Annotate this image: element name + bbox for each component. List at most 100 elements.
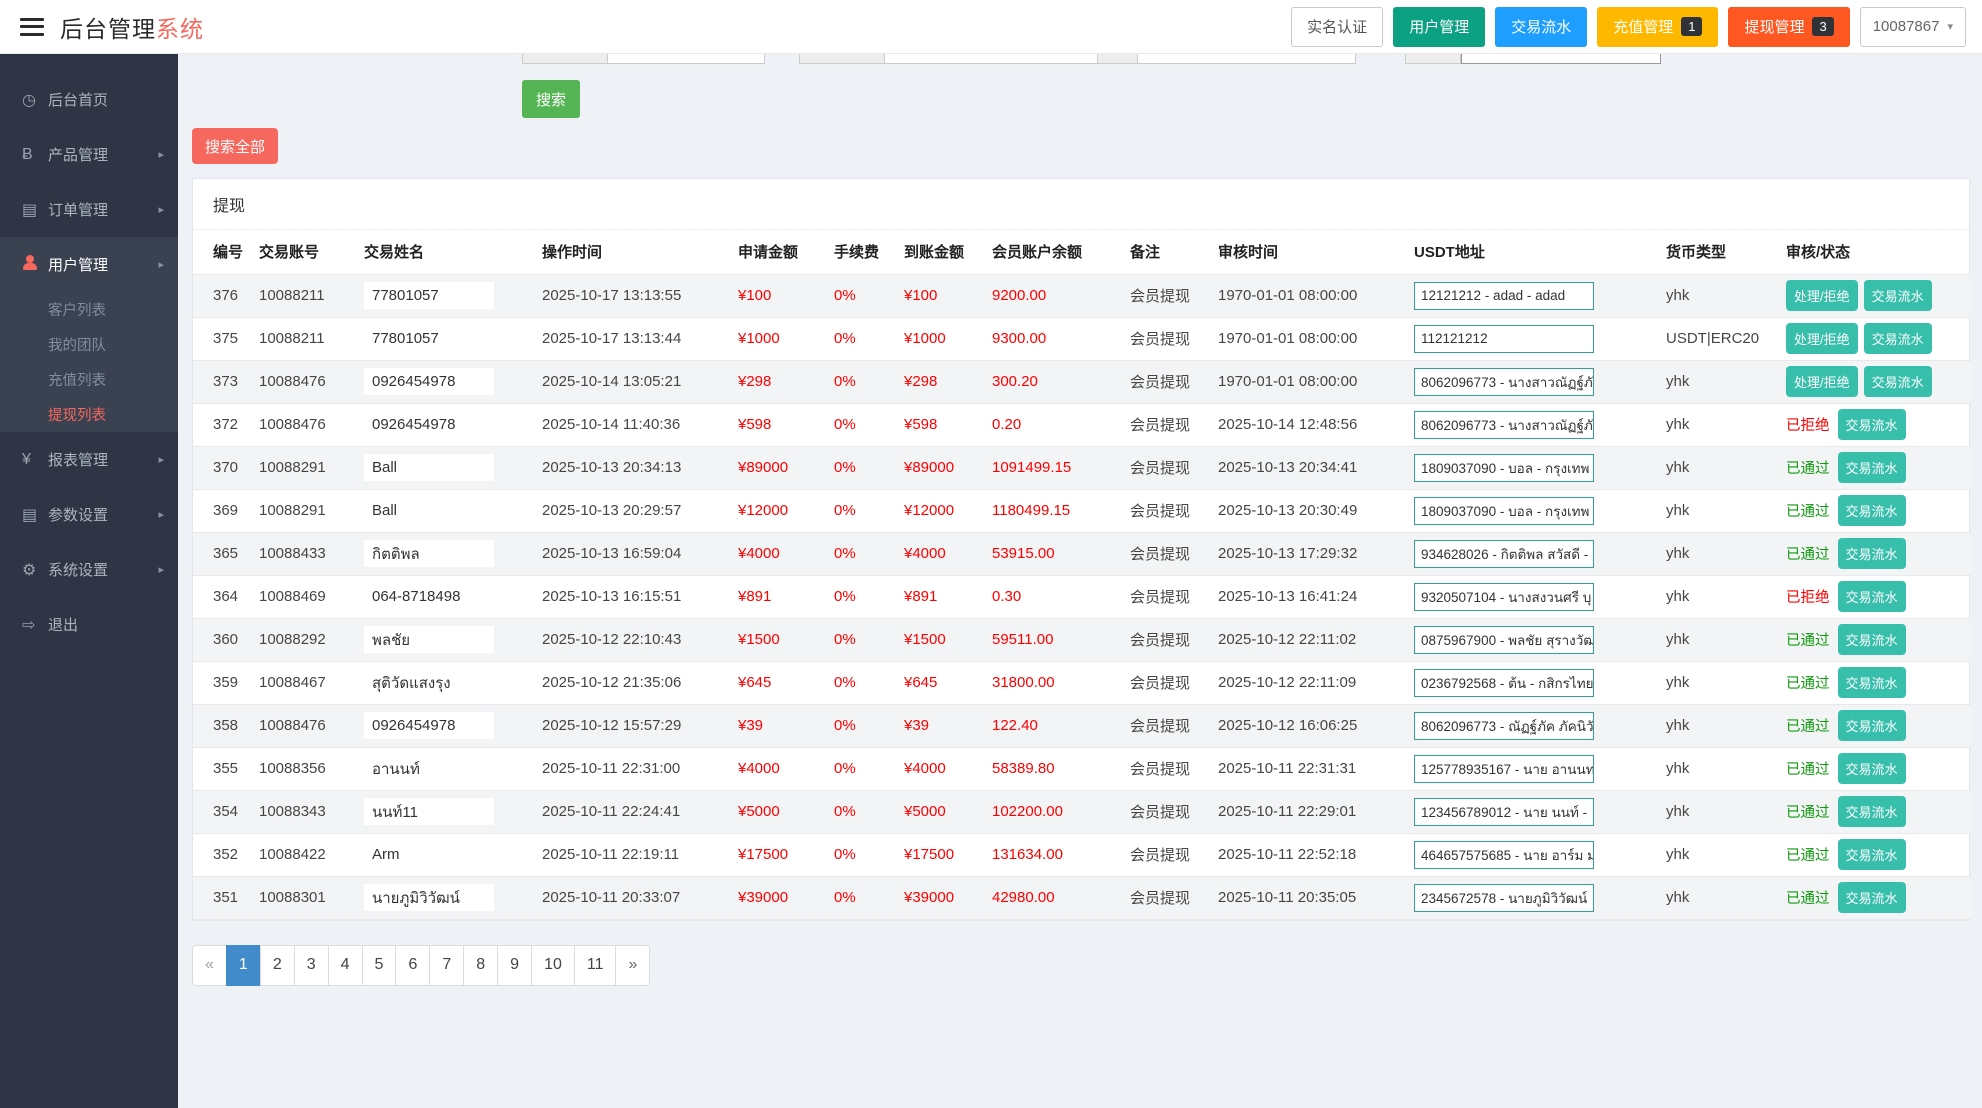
transaction-flow-button[interactable]: 交易流水 (1838, 538, 1906, 569)
cell-audit-time: 2025-10-13 16:41:24 (1210, 575, 1406, 618)
topbar-actions: 实名认证用户管理交易流水充值管理1提现管理3 10087867 ▾ (1291, 7, 1966, 47)
cell-audit-time: 2025-10-13 17:29:32 (1210, 532, 1406, 575)
usdt-address-input[interactable]: 12121212 - adad - adad (1414, 282, 1594, 310)
cell-audit-time: 2025-10-11 22:52:18 (1210, 833, 1406, 876)
sidebar-item-参数设置[interactable]: ▤参数设置▸ (0, 487, 178, 542)
topbar-button-提现管理[interactable]: 提现管理3 (1728, 7, 1849, 47)
cell-balance: 42980.00 (984, 876, 1122, 919)
usdt-address-input[interactable]: 125778935167 - นาย อานนท (1414, 755, 1594, 783)
topbar-button-交易流水[interactable]: 交易流水 (1495, 7, 1587, 47)
pagination: «1234567891011» (192, 945, 1970, 986)
process-reject-button[interactable]: 处理/拒绝 (1786, 323, 1858, 354)
usdt-address-input[interactable]: 2345672578 - นายภูมิวิวัฒน์ (1414, 884, 1594, 912)
pagination-prev[interactable]: « (192, 945, 227, 986)
sidebar-subitem-充值列表[interactable]: 充值列表 (0, 362, 178, 397)
status-approved-label: 已通过 (1786, 805, 1830, 821)
usdt-address-input[interactable]: 8062096773 - นางสาวณัฏฐ์ภั (1414, 368, 1594, 396)
hamburger-menu-icon[interactable] (20, 18, 44, 36)
pagination-page-1[interactable]: 1 (226, 945, 261, 986)
pagination-page-8[interactable]: 8 (463, 945, 498, 986)
sidebar-item-label: 退出 (48, 614, 78, 635)
transaction-flow-button[interactable]: 交易流水 (1864, 280, 1932, 311)
withdraw-panel: 提现 编号交易账号交易姓名操作时间申请金额手续费到账金额会员账户余额备注审核时间… (192, 178, 1970, 921)
name-input[interactable]: 77801057 (364, 325, 494, 352)
sidebar-item-报表管理[interactable]: ¥报表管理▸ (0, 432, 178, 487)
topbar-button-实名认证[interactable]: 实名认证 (1291, 7, 1383, 47)
pagination-page-10[interactable]: 10 (531, 945, 575, 986)
sidebar-item-订单管理[interactable]: ▤订单管理▸ (0, 182, 178, 237)
sidebar-item-系统设置[interactable]: ⚙系统设置▸ (0, 542, 178, 597)
usdt-address-input[interactable]: 123456789012 - นาย นนท์ - (1414, 798, 1594, 826)
transaction-flow-button[interactable]: 交易流水 (1838, 452, 1906, 483)
name-input[interactable]: อานนท์ (364, 755, 494, 782)
transaction-flow-button[interactable]: 交易流水 (1838, 796, 1906, 827)
name-input[interactable]: Arm (364, 841, 494, 868)
cell-usdt-address: 123456789012 - นาย นนท์ - (1406, 790, 1658, 833)
cell-amount: ¥298 (730, 360, 826, 403)
name-input[interactable]: Ball (364, 454, 494, 481)
pagination-page-2[interactable]: 2 (260, 945, 295, 986)
usdt-address-input[interactable]: 8062096773 - ณัฏฐ์ภัค ภัคนิวั (1414, 712, 1594, 740)
transaction-flow-button[interactable]: 交易流水 (1838, 882, 1906, 913)
name-input[interactable]: 0926454978 (364, 368, 494, 395)
sidebar-subitem-客户列表[interactable]: 客户列表 (0, 292, 178, 327)
pagination-page-11[interactable]: 11 (574, 945, 617, 986)
sidebar-item-产品管理[interactable]: Ƀ产品管理▸ (0, 127, 178, 182)
search-all-button[interactable]: 搜索全部 (192, 128, 278, 164)
sidebar-item-后台首页[interactable]: ◷后台首页 (0, 72, 178, 127)
name-input[interactable]: นายภูมิวิวัฒน์ (364, 884, 494, 911)
name-input[interactable]: 0926454978 (364, 411, 494, 438)
sidebar-item-用户管理[interactable]: 用户管理▸ (0, 237, 178, 292)
transaction-flow-button[interactable]: 交易流水 (1838, 409, 1906, 440)
name-input[interactable]: 064-8718498 (364, 583, 494, 610)
usdt-address-input[interactable]: 112121212 (1414, 325, 1594, 353)
cell-name: Arm (356, 833, 534, 876)
cell-amount: ¥39 (730, 704, 826, 747)
transaction-flow-button[interactable]: 交易流水 (1838, 624, 1906, 655)
search-button[interactable]: 搜索 (522, 80, 580, 118)
name-input[interactable]: กิตติพล (364, 540, 494, 567)
pagination-page-6[interactable]: 6 (395, 945, 430, 986)
account-dropdown[interactable]: 10087867 ▾ (1860, 7, 1966, 47)
usdt-address-input[interactable]: 464657575685 - นาย อาร์ม ม (1414, 841, 1594, 869)
usdt-address-input[interactable]: 0875967900 - พลชัย สุรางวัฒ (1414, 626, 1594, 654)
table-row: 3721008847609264549782025-10-14 11:40:36… (193, 403, 1971, 446)
transaction-flow-button[interactable]: 交易流水 (1838, 667, 1906, 698)
transaction-flow-button[interactable]: 交易流水 (1838, 581, 1906, 612)
cell-fee: 0% (826, 403, 896, 446)
cell-fee: 0% (826, 661, 896, 704)
transaction-flow-button[interactable]: 交易流水 (1864, 366, 1932, 397)
transaction-flow-button[interactable]: 交易流水 (1838, 753, 1906, 784)
usdt-address-input[interactable]: 934628026 - กิตติพล สวัสดี - (1414, 540, 1594, 568)
transaction-flow-button[interactable]: 交易流水 (1838, 710, 1906, 741)
pagination-page-3[interactable]: 3 (294, 945, 329, 986)
name-input[interactable]: 77801057 (364, 282, 494, 309)
name-input[interactable]: Ball (364, 497, 494, 524)
topbar-button-充值管理[interactable]: 充值管理1 (1597, 7, 1718, 47)
pagination-next[interactable]: » (615, 945, 650, 986)
transaction-flow-button[interactable]: 交易流水 (1838, 495, 1906, 526)
transaction-flow-button[interactable]: 交易流水 (1864, 323, 1932, 354)
process-reject-button[interactable]: 处理/拒绝 (1786, 366, 1858, 397)
usdt-address-input[interactable]: 1809037090 - บอล - กรุงเทพ (1414, 454, 1594, 482)
usdt-address-input[interactable]: 1809037090 - บอล - กรุงเทพ (1414, 497, 1594, 525)
name-input[interactable]: สุติวัดแสงรุง (364, 669, 494, 696)
sidebar-subitem-提现列表[interactable]: 提现列表 (0, 397, 178, 432)
chevron-right-icon: ▸ (158, 148, 164, 161)
pagination-page-4[interactable]: 4 (328, 945, 363, 986)
name-input[interactable]: นนท์11 (364, 798, 494, 825)
process-reject-button[interactable]: 处理/拒绝 (1786, 280, 1858, 311)
sidebar-item-退出[interactable]: ⇨退出 (0, 597, 178, 652)
sidebar-subitem-我的团队[interactable]: 我的团队 (0, 327, 178, 362)
usdt-address-input[interactable]: 9320507104 - นางสงวนศรี บุ (1414, 583, 1594, 611)
pagination-page-5[interactable]: 5 (362, 945, 397, 986)
cell-id: 352 (193, 833, 251, 876)
name-input[interactable]: 0926454978 (364, 712, 494, 739)
topbar-button-用户管理[interactable]: 用户管理 (1393, 7, 1485, 47)
pagination-page-7[interactable]: 7 (429, 945, 464, 986)
usdt-address-input[interactable]: 0236792568 - ต้น - กสิกรไทย (1414, 669, 1594, 697)
transaction-flow-button[interactable]: 交易流水 (1838, 839, 1906, 870)
usdt-address-input[interactable]: 8062096773 - นางสาวณัฏฐ์ภั (1414, 411, 1594, 439)
pagination-page-9[interactable]: 9 (497, 945, 532, 986)
name-input[interactable]: พลชัย (364, 626, 494, 653)
